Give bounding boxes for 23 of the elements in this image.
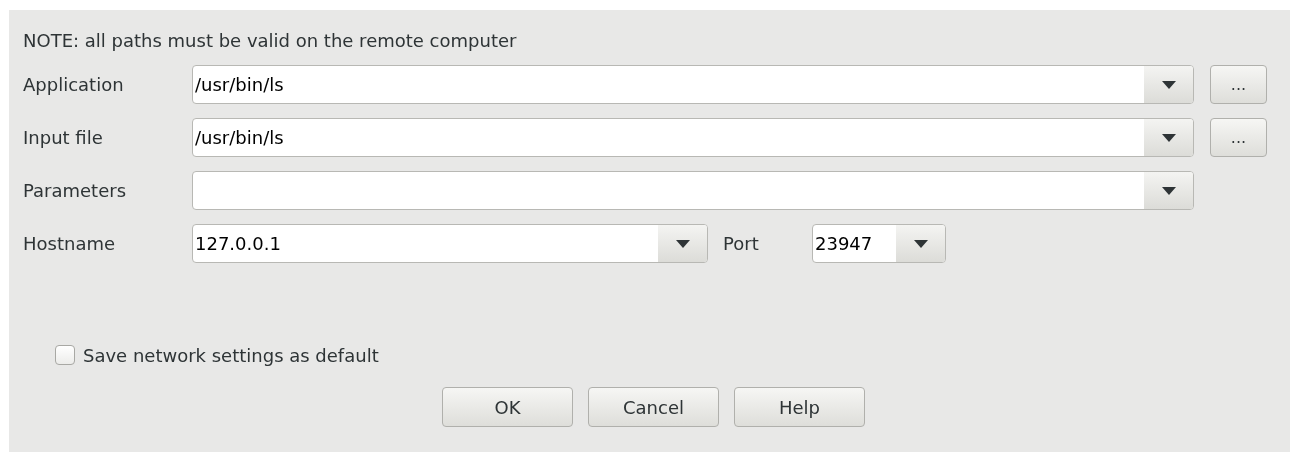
field-label: Hostname (23, 232, 117, 256)
field-label: Parameters (23, 179, 128, 203)
browse-button[interactable]: ... (1210, 118, 1267, 157)
dropdown-arrow-icon (1161, 80, 1176, 89)
port-field[interactable]: 23947 (812, 224, 946, 263)
browse-button[interactable]: ... (1210, 65, 1267, 104)
note-text: NOTE: all paths must be valid on the remote computer (23, 30, 517, 53)
checkbox[interactable] (55, 345, 75, 365)
dropdown-arrow-icon (675, 239, 690, 248)
field-label: Port (723, 232, 760, 256)
dialog-button[interactable]: Help (734, 387, 865, 427)
field-label: Application (23, 73, 125, 97)
combo-field[interactable]: /usr/bin/ls (192, 118, 1194, 157)
combo-field[interactable]: /usr/bin/ls (192, 65, 1194, 104)
combo-field[interactable] (192, 171, 1194, 210)
dropdown-arrow-icon (913, 239, 928, 248)
field-label: Input file (23, 126, 104, 150)
dropdown-arrow-icon (1161, 186, 1176, 195)
hostname-field[interactable]: 127.0.0.1 (192, 224, 708, 263)
dialog-button[interactable]: Cancel (588, 387, 719, 427)
checkbox-label[interactable]: Save network settings as default (83, 341, 379, 369)
dialog-button[interactable]: OK (442, 387, 573, 427)
dropdown-arrow-icon (1161, 133, 1176, 142)
